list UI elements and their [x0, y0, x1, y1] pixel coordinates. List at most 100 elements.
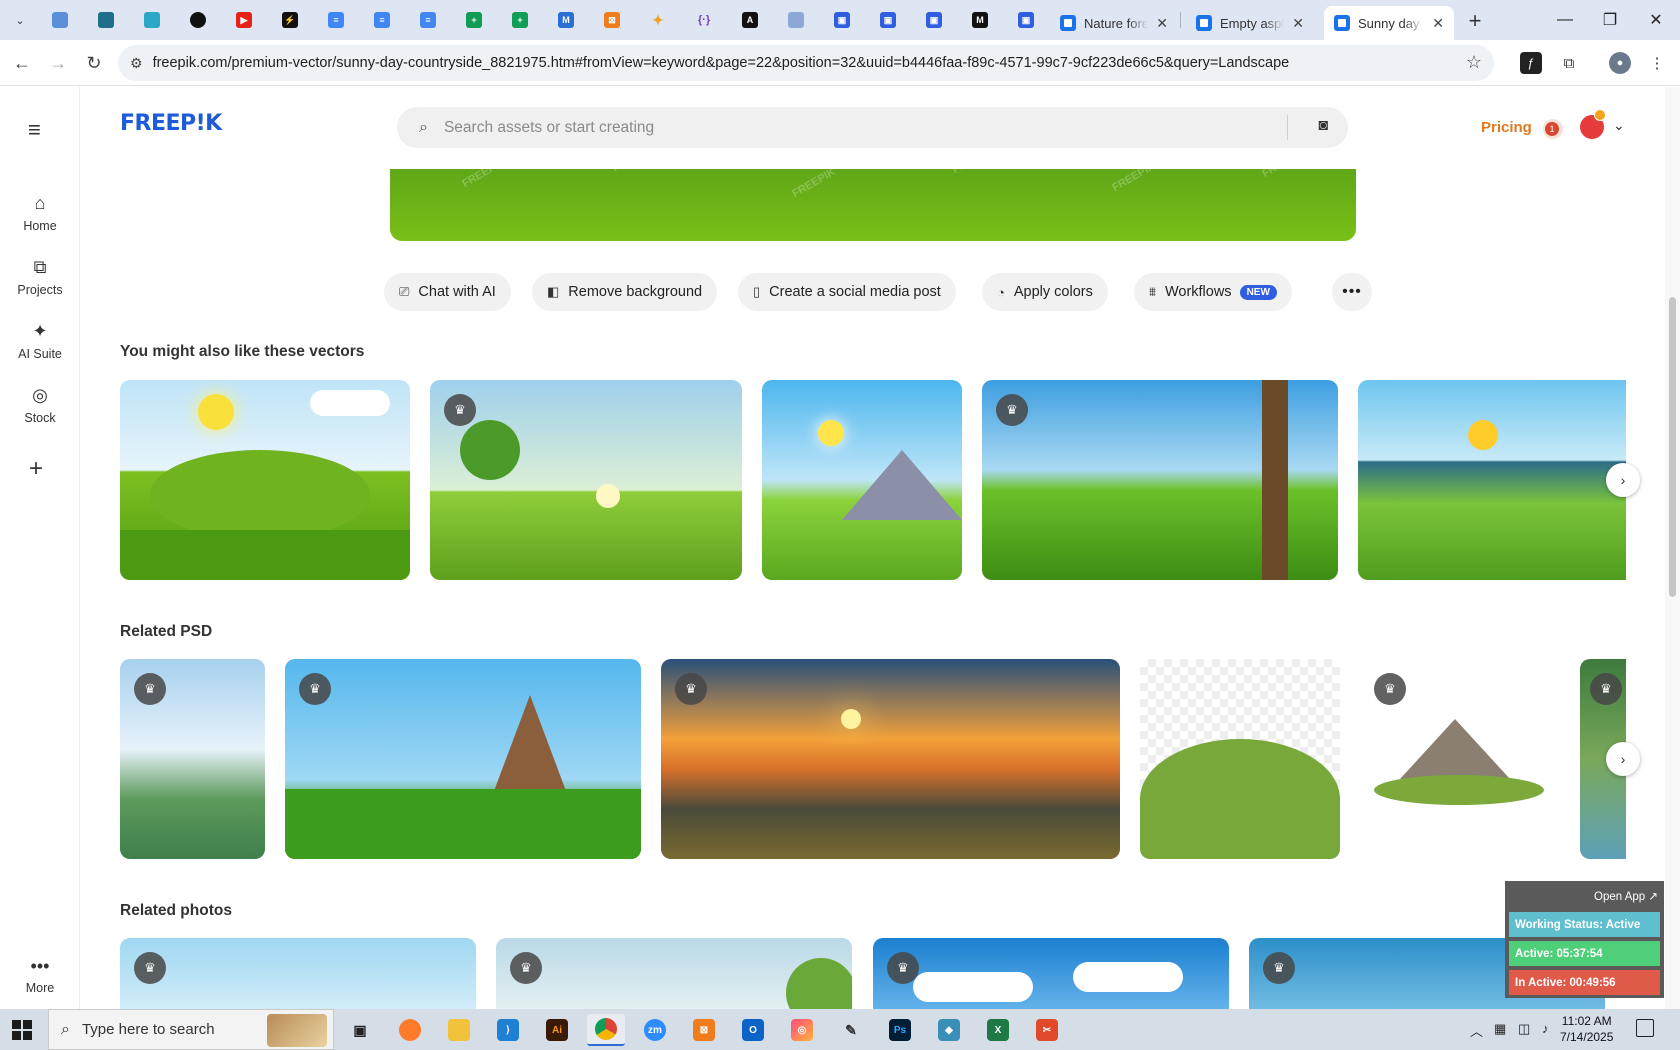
camera-search-icon[interactable]: ◙ [1318, 117, 1328, 135]
outlook-icon[interactable]: O [734, 1014, 772, 1046]
vector-thumbnail[interactable] [120, 380, 410, 580]
taskbar-search[interactable]: ⌕ Type here to search [48, 1009, 334, 1050]
vector-thumbnail[interactable] [762, 380, 962, 580]
vector-thumbnail[interactable] [1358, 380, 1626, 580]
volume-icon[interactable]: ♪ [1542, 1021, 1549, 1036]
pinned-tab[interactable]: ≡ [370, 8, 394, 32]
site-info-icon[interactable]: ⚙ [130, 55, 143, 72]
carousel-next-button[interactable]: › [1606, 742, 1640, 776]
social-post-button[interactable]: ▯ Create a social media post [738, 273, 956, 311]
freepik-logo[interactable]: FREEP!K [120, 111, 222, 136]
network-icon[interactable]: ◫ [1518, 1021, 1530, 1037]
search-input[interactable]: Search assets or start creating [444, 119, 654, 137]
pen-tool-icon[interactable]: ✎ [832, 1014, 870, 1046]
pinned-tab[interactable]: ▣ [876, 8, 900, 32]
app-icon[interactable]: ◆ [930, 1014, 968, 1046]
pinned-tab[interactable]: ▣ [922, 8, 946, 32]
task-view-icon[interactable]: ▣ [341, 1014, 379, 1046]
vector-thumbnail[interactable]: ♛ [982, 380, 1338, 580]
psd-thumbnail[interactable]: ♛ [661, 659, 1120, 859]
tab-nature-forest[interactable]: Nature fore ✕ [1050, 6, 1178, 40]
bookmark-star-icon[interactable]: ☆ [1466, 52, 1482, 73]
reload-icon[interactable]: ↻ [81, 50, 107, 76]
pinned-tab[interactable]: ≡ [416, 8, 440, 32]
user-avatar[interactable] [1580, 109, 1606, 139]
psd-thumbnail[interactable]: ♛ [120, 659, 265, 859]
psd-thumbnail[interactable]: ♛ [1360, 659, 1560, 859]
add-icon[interactable]: + [29, 455, 43, 483]
pinned-tab[interactable]: {·} [692, 8, 716, 32]
pinned-tab[interactable] [784, 8, 808, 32]
xampp-icon[interactable]: ⊠ [685, 1014, 723, 1046]
pinned-tab[interactable]: M [968, 8, 992, 32]
illustrator-icon[interactable]: Ai [538, 1014, 576, 1046]
sidebar-item-more[interactable]: ••• More [0, 956, 80, 995]
restore-button[interactable]: ❐ [1590, 6, 1630, 34]
page-scrollbar[interactable] [1665, 87, 1680, 1009]
excel-icon[interactable]: X [979, 1014, 1017, 1046]
vscode-icon[interactable]: ⟩ [489, 1014, 527, 1046]
pinned-tab[interactable]: A [738, 8, 762, 32]
notification-center-icon[interactable] [1636, 1019, 1654, 1037]
remove-background-button[interactable]: ◧ Remove background [532, 273, 718, 311]
file-explorer-icon[interactable] [440, 1014, 478, 1046]
notifications-bell-icon[interactable]: 1 [1543, 119, 1563, 139]
zoom-icon[interactable]: zm [636, 1014, 674, 1046]
windows-start-icon[interactable] [12, 1020, 32, 1040]
chevron-down-icon[interactable]: ⌄ [1613, 117, 1625, 134]
pinned-tab[interactable]: ▣ [830, 8, 854, 32]
new-tab-button[interactable]: + [1462, 8, 1488, 34]
pinned-tab[interactable] [140, 8, 164, 32]
vector-thumbnail[interactable]: ♛ [430, 380, 742, 580]
psd-thumbnail[interactable]: ♛ [285, 659, 641, 859]
close-tab-icon[interactable]: ✕ [1156, 15, 1168, 32]
pricing-link[interactable]: Pricing [1481, 119, 1532, 136]
forward-arrow-icon[interactable]: → [45, 50, 71, 76]
extension-icon[interactable]: ƒ [1520, 52, 1542, 74]
pinned-tab[interactable]: M [554, 8, 578, 32]
pinned-tab[interactable]: + [508, 8, 532, 32]
psd-thumbnail[interactable] [1140, 659, 1340, 859]
pinned-tab[interactable] [94, 8, 118, 32]
search-bar[interactable]: ⌕ Search assets or start creating ◙ [397, 107, 1348, 148]
browser-menu-icon[interactable]: ⋮ [1646, 52, 1668, 74]
tray-app-icon[interactable]: ▦ [1494, 1021, 1506, 1037]
sidebar-item-projects[interactable]: ⧉ Projects [0, 257, 80, 297]
app-icon[interactable]: ✂ [1028, 1014, 1066, 1046]
tab-search-button[interactable]: ⌄ [8, 8, 32, 32]
extensions-puzzle-icon[interactable]: ⧉ [1558, 52, 1580, 74]
firefox-icon[interactable] [391, 1014, 429, 1046]
chat-with-ai-button[interactable]: ⎚ Chat with AI [384, 273, 511, 311]
tab-sunny-day[interactable]: Sunny day in ✕ [1324, 6, 1454, 40]
pinned-tab[interactable] [48, 8, 72, 32]
open-app-link[interactable]: Open App ↗ [1594, 889, 1658, 903]
sidebar-item-ai-suite[interactable]: ✦ AI Suite [0, 321, 80, 361]
pinned-tab[interactable]: + [462, 8, 486, 32]
photo-thumbnail[interactable]: ♛ [496, 938, 852, 1009]
pinned-tab[interactable]: ✦ [646, 8, 670, 32]
pinned-tab[interactable]: ≡ [324, 8, 348, 32]
minimize-button[interactable]: — [1545, 6, 1585, 34]
pinned-tab[interactable]: ▶ [232, 8, 256, 32]
more-options-button[interactable]: ••• [1332, 273, 1372, 311]
close-tab-icon[interactable]: ✕ [1292, 15, 1304, 32]
pinned-tab[interactable]: ⚡ [278, 8, 302, 32]
url-text[interactable]: freepik.com/premium-vector/sunny-day-cou… [153, 55, 1290, 71]
profile-avatar-icon[interactable]: ● [1609, 52, 1631, 74]
photoshop-icon[interactable]: Ps [881, 1014, 919, 1046]
close-tab-icon[interactable]: ✕ [1432, 15, 1444, 32]
show-hidden-icons[interactable]: ︿ [1470, 1021, 1483, 1040]
creative-cloud-icon[interactable]: ◎ [783, 1014, 821, 1046]
chrome-icon[interactable] [587, 1014, 625, 1046]
address-bar[interactable]: ⚙ freepik.com/premium-vector/sunny-day-c… [118, 45, 1494, 81]
pinned-tab[interactable]: ⊠ [600, 8, 624, 32]
sidebar-item-stock[interactable]: ◎ Stock [0, 385, 80, 425]
photo-thumbnail[interactable]: ♛ [873, 938, 1229, 1009]
tab-empty-asphalt[interactable]: Empty asph ✕ [1186, 6, 1314, 40]
scrollbar-thumb[interactable] [1669, 297, 1676, 597]
back-arrow-icon[interactable]: ← [9, 50, 35, 76]
apply-colors-button[interactable]: ◔ Apply colors [982, 273, 1108, 311]
menu-hamburger-icon[interactable]: ≡ [28, 117, 41, 143]
sidebar-item-home[interactable]: ⌂ Home [0, 193, 80, 233]
workflows-button[interactable]: ⩩ Workflows NEW [1134, 273, 1292, 311]
